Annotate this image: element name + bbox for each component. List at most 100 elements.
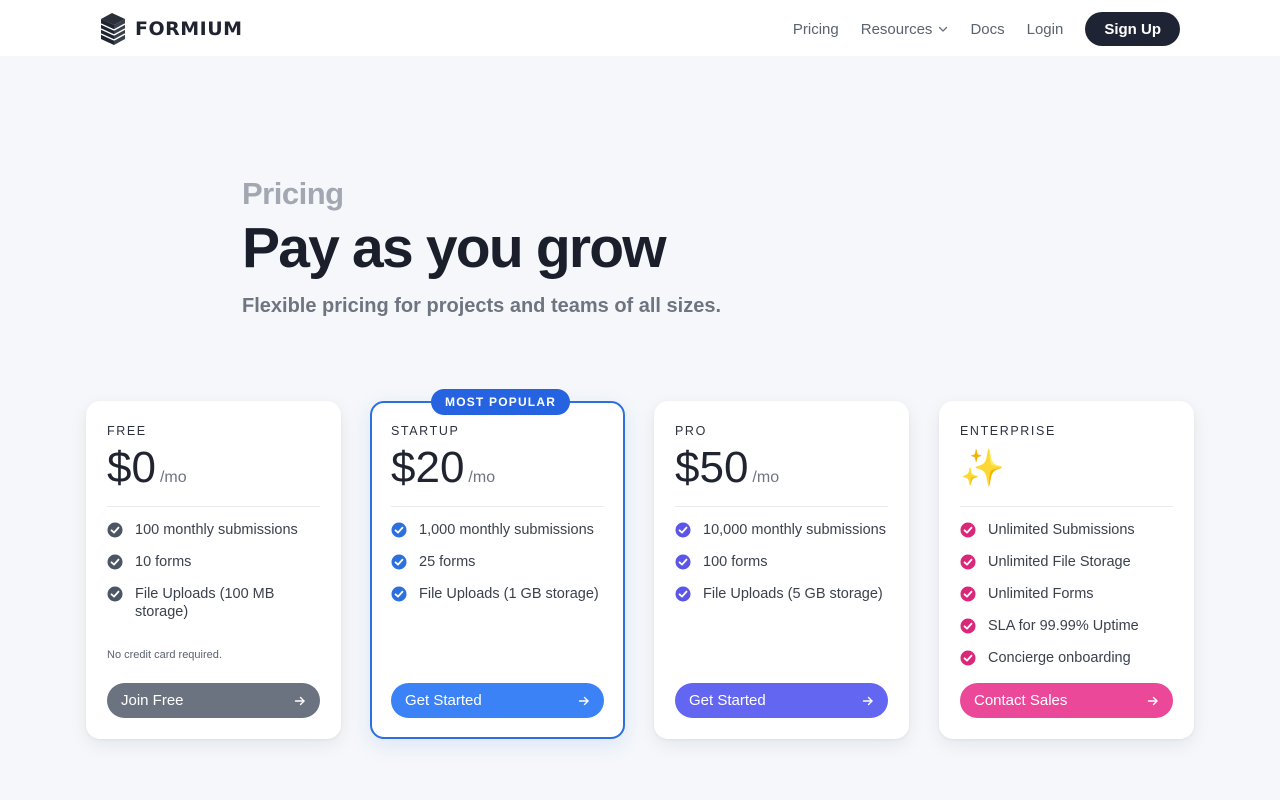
cta-label: Get Started xyxy=(405,692,482,709)
feature-item: SLA for 99.99% Uptime xyxy=(960,617,1173,649)
feature-item: 1,000 monthly submissions xyxy=(391,521,604,553)
card-divider xyxy=(107,506,320,507)
nav-pricing-label: Pricing xyxy=(792,20,839,38)
plan-card-pro: PRO $50/mo 10,000 monthly submissions 100 f… xyxy=(654,401,909,739)
check-circle-icon xyxy=(675,522,691,538)
plan-card-enterprise: ENTERPRISE ✨ Unlimited Submissions Unlimite… xyxy=(939,401,1194,739)
arrow-right-icon xyxy=(1147,696,1158,705)
plan-card-startup: MOST POPULAR STARTUP $20/mo 1,000 monthly s… xyxy=(370,389,625,739)
check-circle-icon xyxy=(960,522,976,538)
feature-text: 1,000 monthly submissions xyxy=(419,522,594,538)
feature-text: Unlimited Forms xyxy=(988,586,1094,602)
price-row: $20/mo xyxy=(391,444,604,492)
feature-list: 10,000 monthly submissions 100 forms File … xyxy=(675,521,888,617)
arrow-right-icon xyxy=(862,696,873,705)
nav-pricing[interactable]: Pricing xyxy=(793,21,839,38)
check-circle-icon xyxy=(391,522,407,538)
price-row: $50/mo xyxy=(675,444,888,492)
plan-price: $20 xyxy=(391,443,465,492)
plan-content: ENTERPRISE ✨ Unlimited Submissions Unlimite… xyxy=(960,424,1173,681)
free-cta-button[interactable]: Join Free xyxy=(107,683,320,718)
page-subtitle: Flexible pricing for projects and teams … xyxy=(242,295,722,317)
plan-tier: ENTERPRISE xyxy=(960,424,1056,438)
nav-resources-label: Resources xyxy=(860,20,933,38)
feature-text: 100 monthly submissions xyxy=(135,522,298,538)
check-circle-icon xyxy=(107,554,123,570)
feature-item: File Uploads (1 GB storage) xyxy=(391,585,604,617)
feature-item: 10,000 monthly submissions xyxy=(675,521,888,553)
price-row: ✨ xyxy=(960,444,1173,492)
nav-login[interactable]: Login xyxy=(1027,21,1064,38)
check-circle-icon xyxy=(391,586,407,602)
feature-item: Unlimited Forms xyxy=(960,585,1173,617)
formium-logo-icon xyxy=(100,13,126,45)
plan-period: /mo xyxy=(159,469,187,486)
nav-docs[interactable]: Docs xyxy=(970,21,1004,38)
plan-price: $50 xyxy=(675,443,749,492)
feature-item: 25 forms xyxy=(391,553,604,585)
feature-text: Unlimited File Storage xyxy=(988,554,1131,570)
plan-period: /mo xyxy=(752,469,780,486)
pro-cta-button[interactable]: Get Started xyxy=(675,683,888,718)
check-circle-icon xyxy=(391,554,407,570)
hero-eyebrow: Pricing xyxy=(242,176,344,211)
feature-item: 100 forms xyxy=(675,553,888,585)
feature-text: File Uploads (1 GB storage) xyxy=(419,586,599,602)
feature-item: Concierge onboarding xyxy=(960,649,1173,681)
feature-item: 100 monthly submissions xyxy=(107,521,320,553)
plan-content: STARTUP $20/mo 1,000 monthly submissions 25… xyxy=(391,424,604,617)
feature-item: File Uploads (100 MB storage) xyxy=(107,585,320,621)
feature-item: Unlimited File Storage xyxy=(960,553,1173,585)
plan-period: /mo xyxy=(468,469,496,486)
arrow-right-icon xyxy=(294,696,305,705)
card-divider xyxy=(675,506,888,507)
check-circle-icon xyxy=(107,586,123,602)
plan-note: No credit card required. xyxy=(107,649,222,661)
check-circle-icon xyxy=(107,522,123,538)
brand[interactable]: FORMIUM xyxy=(99,10,243,48)
card-divider xyxy=(391,506,604,507)
price-row: $0/mo xyxy=(107,444,320,492)
page-title: Pay as you grow xyxy=(242,216,667,280)
plan-content: FREE $0/mo 100 monthly submissions 10 forms… xyxy=(107,424,320,621)
check-circle-icon xyxy=(960,618,976,634)
feature-text: SLA for 99.99% Uptime xyxy=(988,618,1139,634)
feature-text: 10 forms xyxy=(135,554,192,570)
nav-login-label: Login xyxy=(1026,20,1064,38)
startup-cta-button[interactable]: Get Started xyxy=(391,683,604,718)
hero: Pricing Pay as you grow Flexible pricing… xyxy=(242,176,721,318)
enterprise-cta-button[interactable]: Contact Sales xyxy=(960,683,1173,718)
check-circle-icon xyxy=(960,586,976,602)
card-divider xyxy=(960,506,1173,507)
check-circle-icon xyxy=(675,586,691,602)
top-navbar: FORMIUM Pricing Resources Docs Login Sig… xyxy=(0,0,1280,56)
brand-name: FORMIUM xyxy=(135,18,243,40)
feature-text: Unlimited Submissions xyxy=(988,522,1135,538)
nav-docs-label: Docs xyxy=(970,20,1005,38)
feature-item: File Uploads (5 GB storage) xyxy=(675,585,888,617)
plan-tier: STARTUP xyxy=(391,424,460,438)
plan-price: $0 xyxy=(107,443,156,492)
plan-card-free: FREE $0/mo 100 monthly submissions 10 forms… xyxy=(86,401,341,739)
feature-list: Unlimited Submissions Unlimited File Stor… xyxy=(960,521,1173,681)
main-nav: Pricing Resources Docs Login Sign Up xyxy=(793,12,1180,46)
sparkles-icon: ✨ xyxy=(960,447,1005,488)
cta-label: Get Started xyxy=(689,692,766,709)
cta-label: Join Free xyxy=(121,692,184,709)
sign-up-button[interactable]: Sign Up xyxy=(1085,12,1180,46)
most-popular-badge: MOST POPULAR xyxy=(431,389,571,415)
chevron-down-icon xyxy=(939,26,948,32)
feature-text: 100 forms xyxy=(703,554,768,570)
nav-resources[interactable]: Resources xyxy=(861,21,949,38)
check-circle-icon xyxy=(960,554,976,570)
feature-item: Unlimited Submissions xyxy=(960,521,1173,553)
plan-tier: FREE xyxy=(107,424,147,438)
feature-text: File Uploads (100 MB storage) xyxy=(135,586,275,620)
check-circle-icon xyxy=(960,650,976,666)
feature-item: 10 forms xyxy=(107,553,320,585)
feature-list: 1,000 monthly submissions 25 forms File Up… xyxy=(391,521,604,617)
feature-text: 25 forms xyxy=(419,554,476,570)
arrow-right-icon xyxy=(578,696,589,705)
feature-text: File Uploads (5 GB storage) xyxy=(703,586,883,602)
plan-tier: PRO xyxy=(675,424,707,438)
